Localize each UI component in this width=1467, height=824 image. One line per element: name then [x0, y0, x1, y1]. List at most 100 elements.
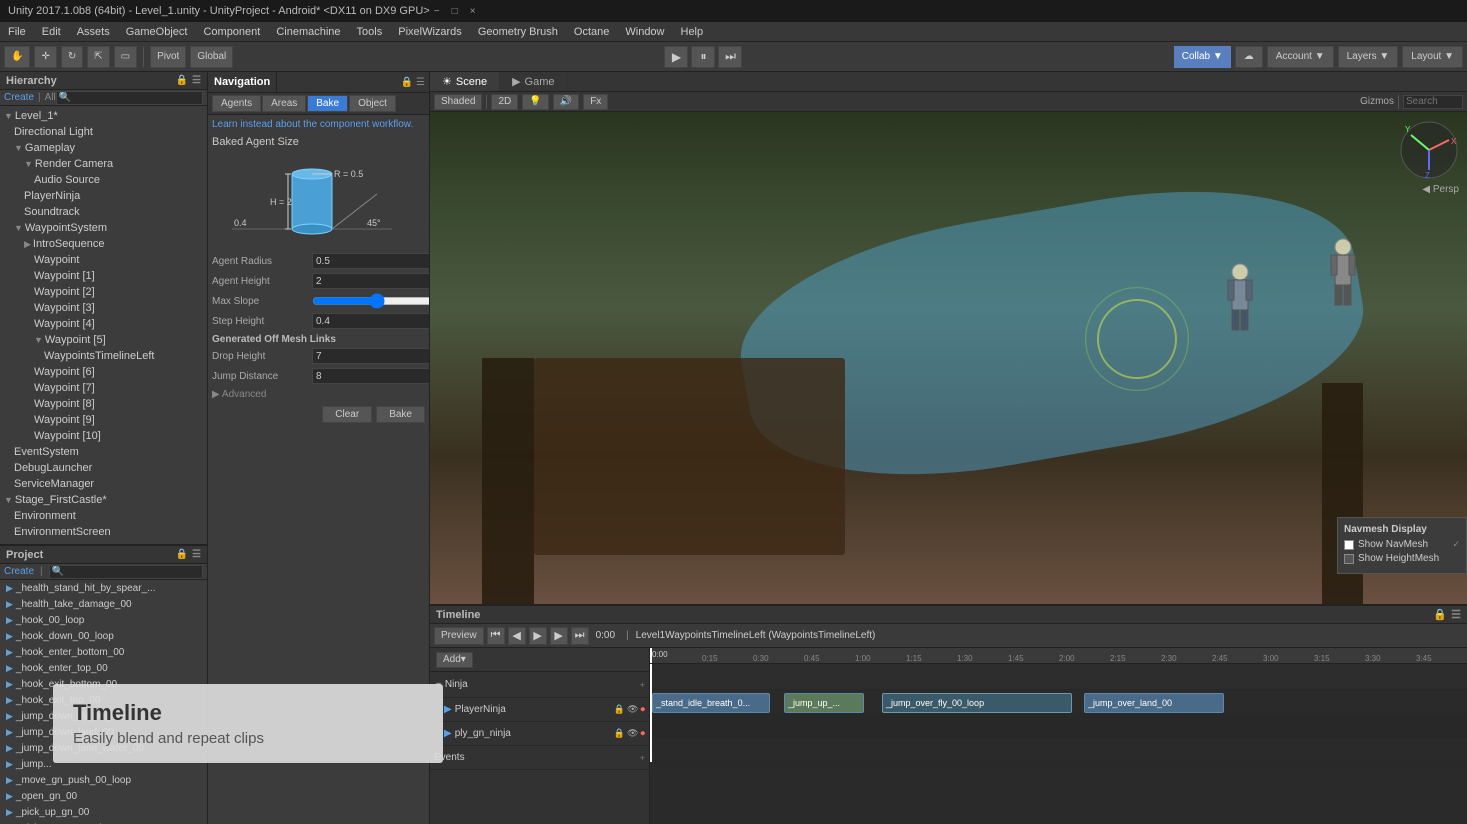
- h-waypoint-3[interactable]: Waypoint [3]: [0, 300, 207, 316]
- h-stage-firstcastle[interactable]: ▼Stage_FirstCastle*: [0, 492, 207, 508]
- h-soundtrack[interactable]: Soundtrack: [0, 204, 207, 220]
- menu-window[interactable]: Window: [617, 22, 672, 41]
- jump-distance-input[interactable]: [312, 368, 429, 384]
- h-render-camera[interactable]: ▼Render Camera: [0, 156, 207, 172]
- lighting-button[interactable]: 💡: [522, 94, 548, 110]
- viewport-canvas[interactable]: X Y Z ◀ Persp Navmesh Display Show NavMe…: [430, 112, 1467, 604]
- tab-bake[interactable]: Bake: [307, 95, 348, 112]
- proj-item-2[interactable]: ▶_health_take_damage_00: [0, 596, 207, 612]
- h-waypoint-8[interactable]: Waypoint [8]: [0, 396, 207, 412]
- timeline-lock-icon[interactable]: 🔒: [1433, 608, 1447, 621]
- proj-item-3[interactable]: ▶_hook_00_loop: [0, 612, 207, 628]
- advanced-section[interactable]: ▶ Advanced: [212, 389, 425, 400]
- menu-cinemachine[interactable]: Cinemachine: [268, 22, 348, 41]
- global-button[interactable]: Global: [190, 46, 233, 68]
- scale-tool-button[interactable]: ⇱: [87, 46, 109, 68]
- move-tool-button[interactable]: ✛: [34, 46, 56, 68]
- show-heightmesh-check[interactable]: [1344, 554, 1354, 564]
- h-environmentscreen[interactable]: EnvironmentScreen: [0, 524, 207, 540]
- h-debuglauncher[interactable]: DebugLauncher: [0, 460, 207, 476]
- menu-geometrybrush[interactable]: Geometry Brush: [470, 22, 566, 41]
- clip-jump-fly-loop[interactable]: _jump_over_fly_00_loop: [882, 693, 1072, 713]
- proj-item-4[interactable]: ▶_hook_down_00_loop: [0, 628, 207, 644]
- menu-pixelwizards[interactable]: PixelWizards: [390, 22, 470, 41]
- agent-radius-input[interactable]: [312, 253, 429, 269]
- menu-tools[interactable]: Tools: [349, 22, 391, 41]
- record-btn-1[interactable]: ⏺: [640, 704, 645, 715]
- project-menu-icon[interactable]: ☰: [192, 549, 201, 560]
- inspector-menu-icon[interactable]: ☰: [416, 77, 425, 88]
- pause-button[interactable]: ⏸: [691, 46, 715, 68]
- h-waypoint-5[interactable]: ▼Waypoint [5]: [0, 332, 207, 348]
- project-lock-icon[interactable]: 🔒: [176, 549, 188, 560]
- h-waypoint[interactable]: Waypoint: [0, 252, 207, 268]
- max-slope-slider[interactable]: [312, 297, 429, 305]
- h-waypointsystem[interactable]: ▼WaypointSystem: [0, 220, 207, 236]
- h-gameplay[interactable]: ▼Gameplay: [0, 140, 207, 156]
- step-button[interactable]: ⏭: [718, 46, 742, 68]
- proj-item-16[interactable]: ▶_pick_up_gn_crawl_00: [0, 820, 207, 824]
- viewport-search[interactable]: [1403, 95, 1463, 109]
- tl-plygnninja-track[interactable]: ▶ ply_gn_ninja 🔒 👁 ⏺: [430, 722, 649, 746]
- tl-ninja-track[interactable]: ▼ Ninja +: [430, 672, 649, 698]
- proj-item-15[interactable]: ▶_pick_up_gn_00: [0, 804, 207, 820]
- h-level1[interactable]: ▼Level_1*: [0, 108, 207, 124]
- maximize-button[interactable]: □: [448, 4, 462, 18]
- h-waypoint-7[interactable]: Waypoint [7]: [0, 380, 207, 396]
- 2d-button[interactable]: 2D: [491, 94, 518, 110]
- timeline-menu-icon[interactable]: ☰: [1451, 608, 1461, 621]
- project-search[interactable]: [49, 565, 203, 579]
- bake-button[interactable]: Bake: [376, 406, 425, 423]
- h-waypoint-4[interactable]: Waypoint [4]: [0, 316, 207, 332]
- layout-button[interactable]: Layout ▼: [1402, 46, 1463, 68]
- events-add-icon[interactable]: +: [640, 753, 645, 763]
- tl-next-key-button[interactable]: ⏭: [571, 627, 589, 645]
- hand-tool-button[interactable]: ✋: [4, 46, 30, 68]
- h-waypoint-1[interactable]: Waypoint [1]: [0, 268, 207, 284]
- tl-prev-frame-button[interactable]: ◀: [508, 627, 526, 645]
- h-eventsystem[interactable]: EventSystem: [0, 444, 207, 460]
- tab-scene[interactable]: ☀ Scene: [430, 72, 500, 91]
- menu-gameobject[interactable]: GameObject: [118, 22, 196, 41]
- project-create-label[interactable]: Create: [4, 566, 34, 577]
- account-name-button[interactable]: Account ▼: [1267, 46, 1334, 68]
- inspector-lock-icon[interactable]: 🔒: [401, 77, 413, 88]
- tl-play-button[interactable]: ▶: [529, 627, 547, 645]
- shaded-button[interactable]: Shaded: [434, 94, 482, 110]
- pivot-button[interactable]: Pivot: [150, 46, 186, 68]
- proj-item-1[interactable]: ▶_health_stand_hit_by_spear_...: [0, 580, 207, 596]
- preview-button[interactable]: Preview: [434, 627, 484, 645]
- tl-events-track[interactable]: Events +: [430, 746, 649, 770]
- layers-button[interactable]: Layers ▼: [1338, 46, 1399, 68]
- play-button[interactable]: ▶: [664, 46, 688, 68]
- record-btn-2[interactable]: ⏺: [640, 728, 645, 739]
- tab-agents[interactable]: Agents: [212, 95, 261, 112]
- account-button[interactable]: ☁: [1235, 46, 1263, 68]
- proj-item-5[interactable]: ▶_hook_enter_bottom_00: [0, 644, 207, 660]
- proj-item-13[interactable]: ▶_move_gn_push_00_loop: [0, 772, 207, 788]
- h-waypoint-9[interactable]: Waypoint [9]: [0, 412, 207, 428]
- menu-octane[interactable]: Octane: [566, 22, 617, 41]
- h-waypoint-6[interactable]: Waypoint [6]: [0, 364, 207, 380]
- tab-areas[interactable]: Areas: [262, 95, 306, 112]
- step-height-input[interactable]: [312, 313, 429, 329]
- tl-next-frame-button[interactable]: ▶: [550, 627, 568, 645]
- tl-prev-key-button[interactable]: ⏮: [487, 627, 505, 645]
- h-waypoint-10[interactable]: Waypoint [10]: [0, 428, 207, 444]
- menu-file[interactable]: File: [0, 22, 34, 41]
- h-environment[interactable]: Environment: [0, 508, 207, 524]
- fx-button[interactable]: Fx: [583, 94, 608, 110]
- rotate-tool-button[interactable]: ↻: [61, 46, 83, 68]
- create-label[interactable]: Create: [4, 92, 34, 103]
- menu-help[interactable]: Help: [673, 22, 712, 41]
- show-navmesh-check[interactable]: [1344, 540, 1354, 550]
- clip-jump-land[interactable]: _jump_over_land_00: [1084, 693, 1224, 713]
- h-audio-source[interactable]: Audio Source: [0, 172, 207, 188]
- clear-button[interactable]: Clear: [322, 406, 372, 423]
- tl-playerninja-track[interactable]: ▶ PlayerNinja 🔒 👁 ⏺: [430, 698, 649, 722]
- h-playerninja[interactable]: PlayerNinja: [0, 188, 207, 204]
- menu-assets[interactable]: Assets: [69, 22, 118, 41]
- h-servicemanager[interactable]: ServiceManager: [0, 476, 207, 492]
- eye-icon-2[interactable]: 👁: [627, 728, 638, 739]
- collab-button[interactable]: Collab ▼: [1174, 46, 1231, 68]
